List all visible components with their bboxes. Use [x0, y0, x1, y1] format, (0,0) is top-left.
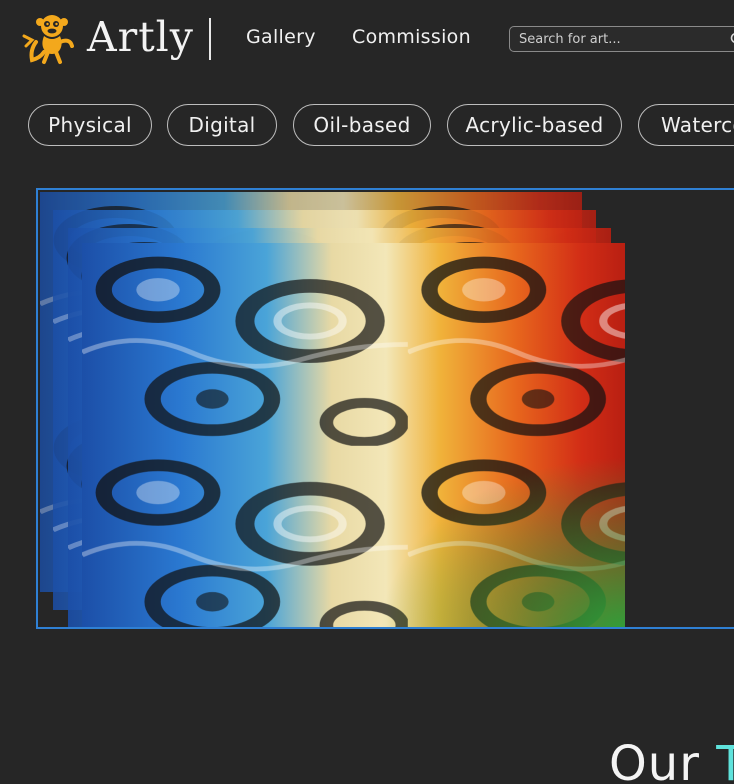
- artwork-stack-4: [82, 243, 625, 627]
- search-input[interactable]: [510, 27, 729, 51]
- section-title-accent: T: [716, 736, 734, 784]
- artly-page: Artly Gallery Commission Physical Digita…: [0, 0, 734, 784]
- brand-name[interactable]: Artly: [87, 9, 194, 65]
- category-digital-pill[interactable]: Digital: [167, 104, 277, 146]
- header-divider: [209, 18, 211, 60]
- category-oil-based-pill[interactable]: Oil-based: [293, 104, 431, 146]
- section-title-lead: Our: [609, 736, 700, 784]
- monkey-logo-icon[interactable]: [22, 12, 76, 66]
- search-box: [509, 26, 734, 52]
- featured-gallery[interactable]: [36, 188, 734, 629]
- search-icon[interactable]: [730, 32, 734, 46]
- nav-gallery-link[interactable]: Gallery: [246, 22, 316, 52]
- category-physical-pill[interactable]: Physical: [28, 104, 152, 146]
- category-acrylic-based-pill[interactable]: Acrylic-based: [447, 104, 622, 146]
- nav-commission-link[interactable]: Commission: [352, 22, 471, 52]
- category-watercolor-pill[interactable]: Waterco: [638, 104, 734, 146]
- section-title: Our T: [609, 734, 734, 784]
